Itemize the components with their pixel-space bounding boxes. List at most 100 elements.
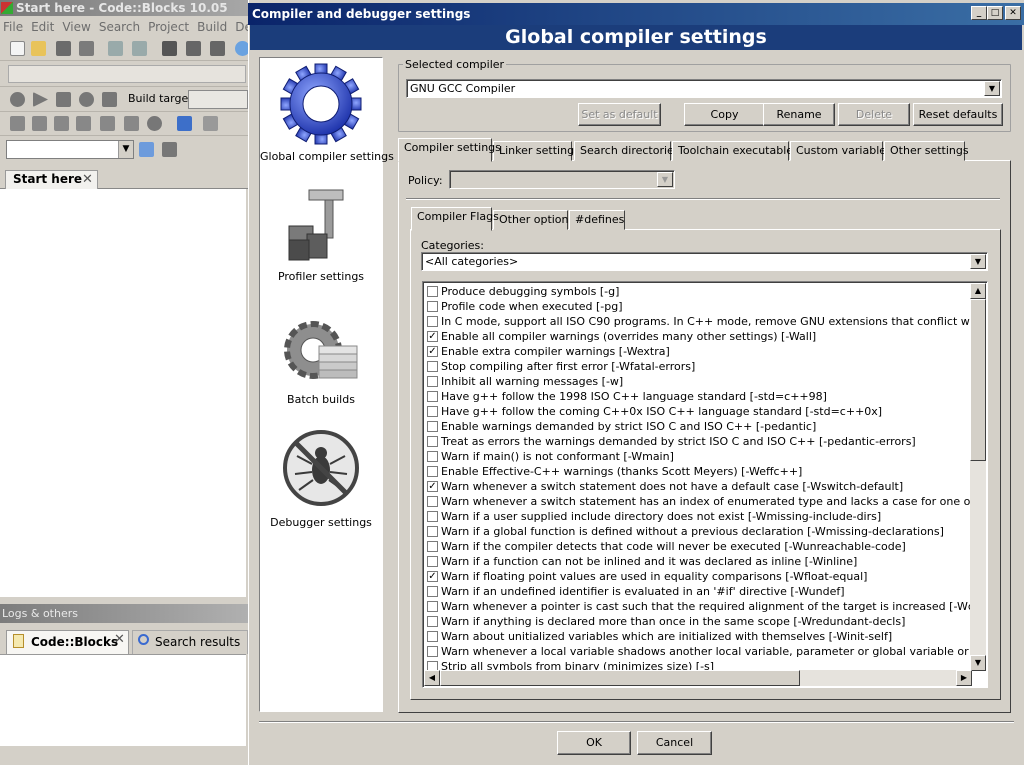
flag-row[interactable]: Warn about unitialized variables which a… [425, 629, 971, 644]
scroll-up-arrow-icon[interactable]: ▲ [970, 283, 986, 299]
flag-checkbox[interactable] [427, 361, 438, 372]
tab-compiler-flags[interactable]: Compiler Flags [411, 207, 499, 231]
flag-checkbox[interactable]: ✓ [427, 571, 438, 582]
logs-area[interactable] [0, 654, 246, 746]
search-binoculars-icon[interactable] [139, 142, 154, 157]
save-icon[interactable] [56, 41, 71, 56]
flag-row[interactable]: Warn if the compiler detects that code w… [425, 539, 971, 554]
panel-item-profiler[interactable]: Profiler settings [260, 182, 382, 292]
flag-checkbox[interactable] [427, 391, 438, 402]
flag-row[interactable]: Warn if main() is not conformant [-Wmain… [425, 449, 971, 464]
paste-icon[interactable] [210, 41, 225, 56]
search-tool-icon[interactable] [162, 142, 177, 157]
flag-checkbox[interactable]: ✓ [427, 481, 438, 492]
flag-row[interactable]: Warn if a user supplied include director… [425, 509, 971, 524]
minimize-button[interactable]: _ [971, 6, 987, 20]
flag-checkbox[interactable] [427, 646, 438, 657]
close-button[interactable]: ✕ [1005, 6, 1021, 20]
flag-row[interactable]: Inhibit all warning messages [-w] [425, 374, 971, 389]
tab-search-results[interactable]: Search results [132, 630, 248, 654]
flag-checkbox[interactable] [427, 451, 438, 462]
copy-icon[interactable] [186, 41, 201, 56]
horizontal-scroll-thumb[interactable] [440, 670, 800, 686]
menu-build[interactable]: Build [194, 17, 232, 34]
flag-checkbox[interactable]: ✓ [427, 331, 438, 342]
scroll-down-arrow-icon[interactable]: ▼ [970, 655, 986, 671]
flag-checkbox[interactable] [427, 301, 438, 312]
flag-row[interactable]: Stop compiling after first error [-Wfata… [425, 359, 971, 374]
scroll-right-arrow-icon[interactable]: ▶ [956, 670, 972, 686]
categories-select[interactable]: <All categories> ▼ [421, 252, 988, 271]
cancel-button[interactable]: Cancel [637, 731, 712, 755]
flag-checkbox[interactable] [427, 496, 438, 507]
scroll-thumb[interactable] [970, 299, 986, 461]
flag-checkbox[interactable] [427, 631, 438, 642]
flag-row[interactable]: ✓ Warn if floating point values are used … [425, 569, 971, 584]
redo-icon[interactable] [132, 41, 147, 56]
code-completion-combo[interactable]: ▼ [6, 140, 134, 159]
menu-view[interactable]: View [59, 17, 95, 34]
new-file-icon[interactable] [10, 41, 25, 56]
abort-icon[interactable] [102, 92, 117, 107]
menu-edit[interactable]: Edit [28, 17, 59, 34]
flag-checkbox[interactable] [427, 376, 438, 387]
flag-row[interactable]: Warn if anything is declared more than o… [425, 614, 971, 629]
menu-search[interactable]: Search [96, 17, 145, 34]
panel-item-debugger[interactable]: Debugger settings [260, 428, 382, 538]
rebuild-icon[interactable] [79, 92, 94, 107]
debug-break-icon[interactable] [124, 116, 139, 131]
flag-row[interactable]: In C mode, support all ISO C90 programs.… [425, 314, 971, 329]
flag-row[interactable]: Enable Effective-C++ warnings (thanks Sc… [425, 464, 971, 479]
debug-window-icon[interactable] [177, 116, 192, 131]
copy-button[interactable]: Copy [684, 103, 765, 126]
chevron-down-icon[interactable]: ▼ [118, 141, 133, 158]
save-all-icon[interactable] [79, 41, 94, 56]
debug-next-icon[interactable] [32, 116, 47, 131]
tab-codeblocks-log[interactable]: Code::Blocks [6, 630, 129, 654]
build-run-icon[interactable] [56, 92, 71, 107]
info-icon[interactable] [203, 116, 218, 131]
flag-row[interactable]: ✓ Enable all compiler warnings (overrides… [425, 329, 971, 344]
panel-item-batch-builds[interactable]: Batch builds [260, 306, 382, 416]
debug-step-into-icon[interactable] [54, 116, 69, 131]
flag-checkbox[interactable] [427, 286, 438, 297]
debug-step-out-icon[interactable] [76, 116, 91, 131]
flag-row[interactable]: Warn whenever a pointer is cast such tha… [425, 599, 971, 614]
flag-checkbox[interactable] [427, 586, 438, 597]
flag-row[interactable]: Warn whenever a local variable shadows a… [425, 644, 971, 659]
flag-checkbox[interactable] [427, 436, 438, 447]
flag-checkbox[interactable] [427, 556, 438, 567]
tab-compiler-settings[interactable]: Compiler settings [398, 138, 501, 162]
menu-project[interactable]: Project [145, 17, 194, 34]
flag-row[interactable]: Warn whenever a switch statement has an … [425, 494, 971, 509]
policy-select[interactable]: ▼ [449, 170, 675, 189]
flag-row[interactable]: ✓ Enable extra compiler warnings [-Wextra… [425, 344, 971, 359]
flag-row[interactable]: Treat as errors the warnings demanded by… [425, 434, 971, 449]
flag-row[interactable]: Warn if a function can not be inlined an… [425, 554, 971, 569]
debug-step-icon[interactable] [10, 116, 25, 131]
tab-toolchain-executables[interactable]: Toolchain executables [672, 141, 799, 161]
build-gear-icon[interactable] [10, 92, 25, 107]
panel-item-global-compiler[interactable]: Global compiler settings [260, 62, 394, 172]
chevron-down-icon[interactable]: ▼ [984, 81, 1000, 96]
chevron-down-icon[interactable]: ▼ [657, 172, 673, 187]
compiler-select[interactable]: GNU GCC Compiler ▼ [406, 79, 1002, 98]
tab-custom-variables[interactable]: Custom variables [790, 141, 892, 161]
flag-checkbox[interactable] [427, 601, 438, 612]
flag-checkbox[interactable] [427, 511, 438, 522]
horizontal-scrollbar[interactable]: ◀ ▶ [424, 670, 972, 686]
flag-row[interactable]: ✓ Warn whenever a switch statement does n… [425, 479, 971, 494]
flag-checkbox[interactable] [427, 406, 438, 417]
build-target-select[interactable] [188, 90, 248, 109]
tab-search-directories[interactable]: Search directories [574, 141, 680, 161]
maximize-button[interactable]: □ [987, 6, 1003, 20]
flag-checkbox[interactable] [427, 526, 438, 537]
close-icon[interactable]: ✕ [82, 172, 93, 187]
set-as-default-button[interactable]: Set as default [578, 103, 661, 126]
flag-row[interactable]: Warn if a global function is defined wit… [425, 524, 971, 539]
flag-checkbox[interactable] [427, 616, 438, 627]
tab-other-options[interactable]: Other options [493, 210, 574, 230]
undo-icon[interactable] [108, 41, 123, 56]
flag-checkbox[interactable] [427, 541, 438, 552]
tab-defines[interactable]: #defines [569, 210, 625, 230]
